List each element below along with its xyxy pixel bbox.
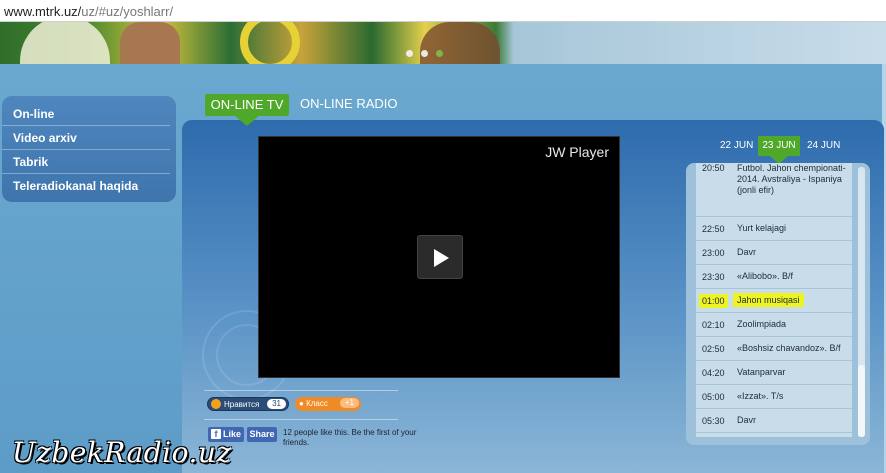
date-active[interactable]: 23 JUN (758, 136, 800, 164)
banner-figure (420, 22, 500, 64)
facebook-share-button[interactable]: Share (247, 427, 277, 442)
ok-class-count: +1 (339, 398, 359, 408)
schedule-row[interactable]: 22:50 Yurt kelajagi (696, 217, 852, 241)
address-bar[interactable]: www.mtrk.uz/uz/#uz/yoshlarr/ (0, 0, 886, 22)
schedule-title: Davr (737, 415, 757, 425)
play-icon (434, 249, 449, 267)
schedule-time: 23:00 (702, 247, 725, 258)
tv-schedule: 20:50 Futbol. Jahon chempionati-2014. Av… (686, 163, 870, 445)
watermark-text: UzbekRadio.uz (12, 436, 232, 469)
slider-dot[interactable] (421, 50, 428, 57)
schedule-title: Vatanparvar (737, 367, 786, 377)
vk-like-count: 31 (267, 399, 286, 409)
player-brand: JW Player (545, 144, 609, 160)
scrollbar-thumb[interactable] (858, 365, 865, 437)
schedule-title: Davr (737, 247, 757, 257)
schedule-row[interactable]: 05:00 «Izzat». T/s (696, 385, 852, 409)
schedule-time: 02:10 (702, 319, 725, 330)
schedule-title: Zoolimpiada (737, 319, 787, 329)
schedule-title: «Izzat». T/s (737, 391, 784, 401)
schedule-time: 05:30 (702, 415, 725, 426)
vk-icon (211, 398, 221, 409)
slider-dot[interactable] (406, 50, 413, 57)
date-prev[interactable]: 22 JUN (720, 140, 753, 151)
tab-online-tv-label: ON-LINE TV (210, 97, 284, 112)
schedule-title-text: Jahon musiqasi (733, 293, 804, 307)
schedule-row-highlighted[interactable]: 01:00 Jahon musiqasi (696, 289, 852, 313)
facebook-like-text: 12 people like this. Be the first of you… (283, 428, 417, 447)
schedule-title: Jahon musiqasi (733, 293, 848, 307)
url-text[interactable]: www.mtrk.uz/uz/#uz/yoshlarr/ (4, 4, 173, 19)
schedule-row[interactable]: 23:00 Davr (696, 241, 852, 265)
tab-online-tv[interactable]: ON-LINE TV (205, 94, 289, 126)
sidebar-menu: On-line Video arxiv Tabrik Teleradiokana… (2, 96, 176, 202)
schedule-time-text: 01:00 (699, 293, 728, 308)
schedule-time: 02:50 (702, 343, 725, 354)
url-path: uz/#uz/yoshlarr/ (81, 4, 174, 19)
schedule-row[interactable]: 02:50 «Boshsiz chavandoz». B/f (696, 337, 852, 361)
tab-online-radio[interactable]: ON-LINE RADIO (300, 96, 398, 111)
schedule-title: «Boshsiz chavandoz». B/f (737, 343, 841, 353)
ok-class-label: Класс (306, 399, 328, 408)
schedule-title: «Alibobo». B/f (737, 271, 794, 281)
play-button[interactable] (417, 235, 463, 279)
schedule-title: Yurt kelajagi (737, 223, 787, 233)
divider (204, 390, 398, 391)
schedule-list: 20:50 Futbol. Jahon chempionati-2014. Av… (696, 163, 852, 437)
schedule-row[interactable]: 23:30 «Alibobo». B/f (696, 265, 852, 289)
schedule-row[interactable]: 20:50 Futbol. Jahon chempionati-2014. Av… (696, 163, 852, 217)
sidebar-item-about[interactable]: Teleradiokanal haqida (2, 174, 170, 198)
sidebar-item-online[interactable]: On-line (2, 102, 170, 126)
schedule-row[interactable]: 04:20 Vatanparvar (696, 361, 852, 385)
vk-like-label: Нравится (224, 400, 260, 409)
banner-figure (20, 22, 110, 64)
schedule-scrollbar[interactable] (858, 167, 865, 437)
tab-pointer (235, 116, 259, 126)
schedule-time: 01:00 (699, 293, 737, 308)
header-banner (0, 22, 886, 64)
banner-figure (120, 22, 180, 64)
schedule-row[interactable]: 05:30 Davr (696, 409, 852, 433)
schedule-time: 04:20 (702, 367, 725, 378)
url-host: www.mtrk.uz/ (4, 4, 82, 19)
banner-slider-dots[interactable] (406, 50, 443, 57)
sidebar-item-tabrik[interactable]: Tabrik (2, 150, 170, 174)
ok-icon: ● (299, 399, 304, 408)
banner-decoration (240, 22, 300, 64)
vk-like-button[interactable]: Нравится 31 (207, 397, 289, 411)
sidebar-item-video-archive[interactable]: Video arxiv (2, 126, 170, 150)
video-player[interactable]: JW Player (258, 136, 620, 378)
schedule-time: 23:30 (702, 271, 725, 282)
date-next[interactable]: 24 JUN (807, 140, 840, 151)
divider (204, 419, 398, 420)
schedule-time: 05:00 (702, 391, 725, 402)
date-active-label: 23 JUN (762, 140, 796, 151)
ok-class-button[interactable]: ● Класс +1 (295, 397, 361, 411)
schedule-time: 20:50 (702, 163, 725, 173)
schedule-row[interactable]: 02:10 Zoolimpiada (696, 313, 852, 337)
schedule-time: 22:50 (702, 223, 725, 234)
schedule-title: Futbol. Jahon chempionati-2014. Avstrali… (737, 163, 846, 195)
slider-dot-active[interactable] (436, 50, 443, 57)
